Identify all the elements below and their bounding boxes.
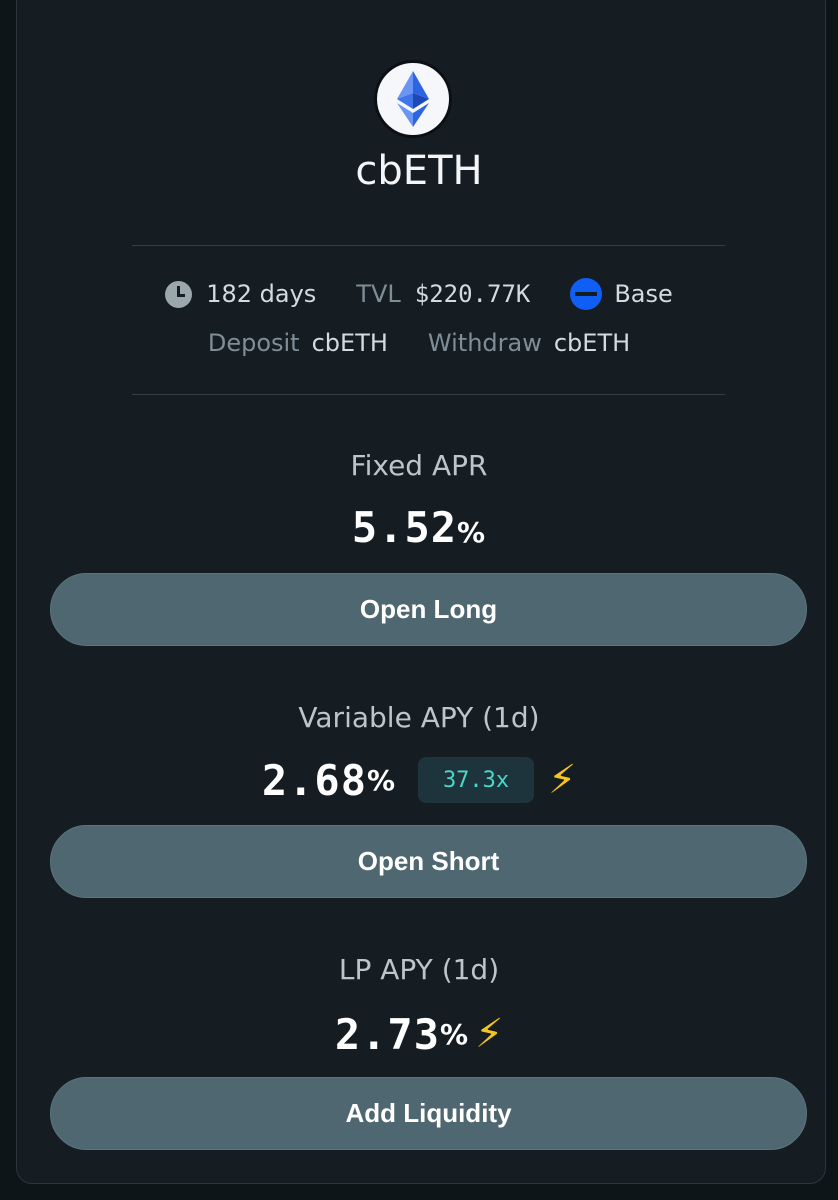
variable-apy-value: 2.68 xyxy=(261,755,367,805)
ethereum-icon xyxy=(397,71,429,127)
lp-apy-value-row: 2.73% ⚡ xyxy=(0,1006,838,1062)
tvl-label: TVL xyxy=(356,280,401,308)
fixed-apr-value-row: 5.52% xyxy=(0,503,838,552)
meta-row-2: Deposit cbETH Withdraw cbETH xyxy=(0,329,838,357)
lp-apy-value: 2.73 xyxy=(334,1009,440,1059)
open-short-button[interactable]: Open Short xyxy=(50,825,807,898)
multiplier-badge: 37.3x xyxy=(418,757,535,803)
meta-row-1: 182 days TVL $220.77K Base xyxy=(0,278,838,310)
tvl-value: $220.77K xyxy=(414,280,531,308)
withdraw-label: Withdraw xyxy=(427,329,542,357)
variable-apy-label: Variable APY (1d) xyxy=(298,701,540,734)
fixed-apr-value: 5.52 xyxy=(351,503,458,552)
lightning-bolt-icon: ⚡ xyxy=(475,1011,504,1057)
divider-bottom xyxy=(132,394,725,395)
fixed-apr-label: Fixed APR xyxy=(350,449,488,482)
base-chain-icon xyxy=(570,278,603,310)
lp-apy-label: LP APY (1d) xyxy=(338,953,500,986)
variable-apy-unit: % xyxy=(367,763,397,797)
lightning-bolt-icon: ⚡ xyxy=(548,757,577,803)
open-long-button[interactable]: Open Long xyxy=(50,573,807,646)
variable-apy-value-row: 2.68% 37.3x ⚡ xyxy=(0,752,838,808)
duration-text: 182 days xyxy=(206,280,317,308)
clock-icon xyxy=(165,280,193,308)
deposit-label: Deposit xyxy=(207,329,300,357)
chain-name: Base xyxy=(614,280,673,308)
withdraw-token: cbETH xyxy=(553,329,631,357)
lp-apy-unit: % xyxy=(440,1017,470,1051)
token-title: cbETH xyxy=(355,148,483,194)
fixed-apr-unit: % xyxy=(457,516,487,549)
add-liquidity-button[interactable]: Add Liquidity xyxy=(50,1077,807,1150)
token-logo xyxy=(374,60,452,138)
deposit-token: cbETH xyxy=(311,329,388,357)
divider-top xyxy=(132,245,725,246)
